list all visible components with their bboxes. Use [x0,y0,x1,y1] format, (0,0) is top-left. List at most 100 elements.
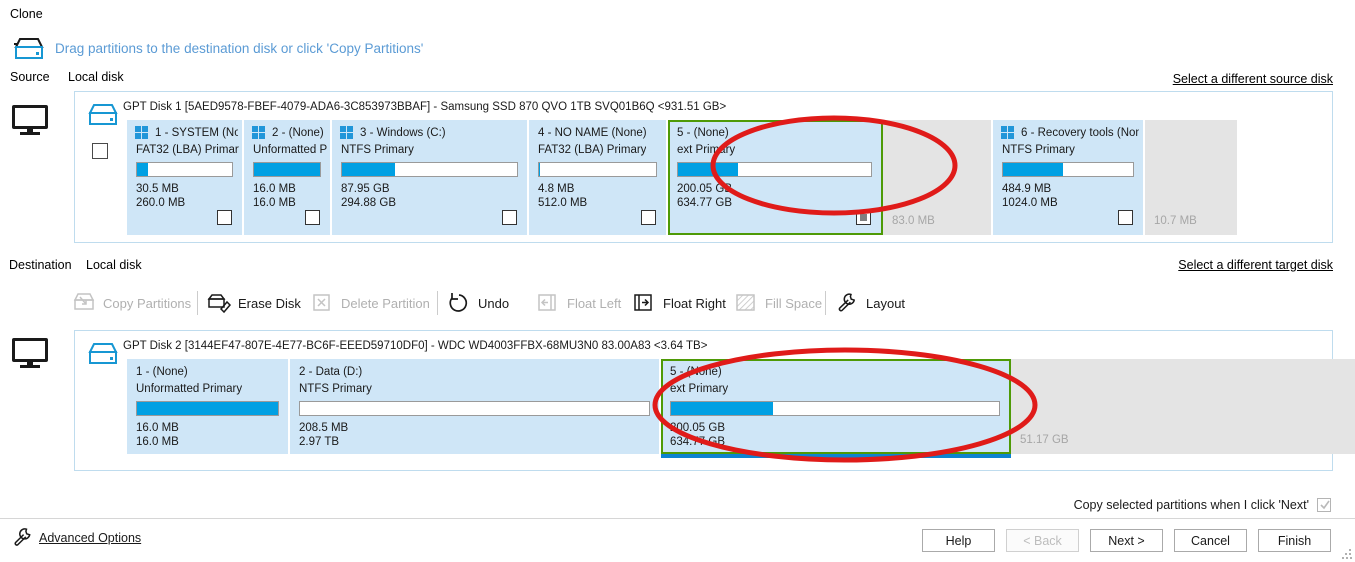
partition-block[interactable]: 1 - (None) Unformatted Primary 16.0 MB 16.0… [127,359,290,454]
partition-block[interactable]: 2 - (None) Unformatted Primary 16.0 MB 16.0… [244,120,332,235]
destination-selection-underline [661,454,1011,458]
partition-checkbox[interactable] [641,210,656,225]
source-label: Source [10,70,50,84]
partition-name-label: 5 - (None) [670,366,722,378]
partition-usage-bar [670,401,1000,416]
float-left-button: Float Left [536,284,621,322]
toolbar-button-label: Copy Partitions [103,295,192,311]
partition-block[interactable]: 5 - (None) ext Primary 200.05 GB 634.77 GB [661,359,1011,454]
partition-filesystem-label: Unformatted Primary [136,383,243,395]
partition-name-label: 5 - (None) [677,127,729,139]
destination-disk-panel: GPT Disk 2 [3144EF47-807E-4E77-BC6F-EEED… [74,330,1355,471]
toolbar-button-label: Erase Disk [238,295,301,311]
partition-usage-fill [539,163,541,176]
partition-checkbox[interactable] [217,210,232,225]
copy-partitions-icon [72,292,96,314]
partition-name-label: 4 - NO NAME (None) [538,127,647,139]
partition-usage-bar [299,401,650,416]
partition-usage-fill [137,163,149,176]
partition-total-label: 294.88 GB [341,197,396,209]
partition-name-label: 1 - (None) [136,366,188,378]
toolbar-button-label: Float Right [663,295,726,311]
monitor-foot [20,132,40,135]
toolbar-button-label: Delete Partition [341,295,430,311]
partition-used-label: 484.9 MB [1002,183,1052,195]
partition-usage-bar [538,162,657,177]
partition-name-label: 2 - (None) [272,127,324,139]
help-button[interactable]: Help [922,529,995,552]
toolbar-separator [825,291,826,315]
destination-partition-strip: 1 - (None) Unformatted Primary 16.0 MB 16.0… [127,359,1355,458]
finish-button[interactable]: Finish [1258,529,1331,552]
toolbar-separator [197,291,198,315]
partition-usage-fill [1003,163,1063,176]
source-type-label: Local disk [68,70,124,84]
source-disk-icon [85,102,119,129]
source-disk-panel: GPT Disk 1 [5AED9578-FBEF-4079-ADA6-3C85… [74,91,1333,243]
partition-checkbox[interactable] [502,210,517,225]
partition-checkbox[interactable] [1118,210,1133,225]
delete-partition-button: Delete Partition [310,284,430,322]
erase-disk-button[interactable]: Erase Disk [207,284,301,322]
toolbar-button-label: Fill Space [765,295,823,311]
monitor-foot [20,365,40,368]
partition-used-label: 4.8 MB [538,183,575,195]
clone-window: Clone Drag partitions to the destination… [0,0,1355,562]
layout-icon [835,292,859,314]
partition-name-label: 1 - SYSTEM (None) [155,127,238,139]
partition-total-label: 16.0 MB [136,436,179,448]
float-right-button[interactable]: Float Right [632,284,726,322]
advanced-options-link[interactable]: Advanced Options [39,531,141,545]
partition-total-label: 16.0 MB [253,197,296,209]
partition-filesystem-label: NTFS Primary [341,144,414,156]
unallocated-space[interactable]: 83.0 MB [883,120,993,235]
layout-button[interactable]: Layout [835,284,905,322]
back-button: < Back [1006,529,1079,552]
partition-used-label: 16.0 MB [253,183,296,195]
partition-name-label: 3 - Windows (C:) [360,127,446,139]
erase-disk-icon [207,292,232,314]
partition-name-label: 6 - Recovery tools (None) [1021,127,1139,139]
unallocated-space[interactable]: 51.17 GB [1011,359,1355,454]
partition-used-label: 200.05 GB [677,183,732,195]
partition-block[interactable]: 5 - (None) ext Primary 200.05 GB 634.77 GB [668,120,883,235]
partition-checkbox[interactable] [305,210,320,225]
next-button[interactable]: Next > [1090,529,1163,552]
windows-logo-icon [252,126,265,139]
partition-filesystem-label: FAT32 (LBA) Primary [136,144,239,156]
float-right-icon [632,292,656,314]
disk-icon [11,37,45,63]
partition-toolbar: Copy Partitions Erase Disk Delete Partit… [0,284,1355,322]
partition-filesystem-label: NTFS Primary [299,383,372,395]
destination-disk-title: GPT Disk 2 [3144EF47-807E-4E77-BC6F-EEED… [123,340,708,352]
select-different-source-disk-link[interactable]: Select a different source disk [1173,72,1333,86]
partition-block[interactable]: 4 - NO NAME (None) FAT32 (LBA) Primary 4.8… [529,120,668,235]
undo-icon [447,292,471,314]
resize-grip[interactable] [1342,549,1352,559]
float-left-icon [536,292,560,314]
partition-block[interactable]: 1 - SYSTEM (None) FAT32 (LBA) Primary 30.5… [127,120,244,235]
drag-hint-text: Drag partitions to the destination disk … [55,41,424,56]
partition-used-label: 30.5 MB [136,183,179,195]
partition-total-label: 1024.0 MB [1002,197,1058,209]
partition-block[interactable]: 3 - Windows (C:) NTFS Primary 87.95 GB 294.… [332,120,529,235]
partition-checkbox[interactable] [856,210,871,225]
source-disk-checkbox[interactable] [92,143,108,159]
destination-type-label: Local disk [86,258,142,272]
unallocated-space[interactable]: 10.7 MB [1145,120,1239,235]
cancel-button[interactable]: Cancel [1174,529,1247,552]
window-title: Clone [10,7,43,21]
partition-filesystem-label: NTFS Primary [1002,144,1075,156]
partition-usage-bar [136,401,279,416]
source-disk-title: GPT Disk 1 [5AED9578-FBEF-4079-ADA6-3C85… [123,101,727,113]
partition-total-label: 512.0 MB [538,197,588,209]
select-different-target-disk-link[interactable]: Select a different target disk [1178,258,1333,272]
partition-block[interactable]: 2 - Data (D:) NTFS Primary 208.5 MB 2.97 TB [290,359,661,454]
toolbar-button-label: Float Left [567,295,622,311]
partition-block[interactable]: 6 - Recovery tools (None) NTFS Primary 484… [993,120,1145,235]
copy-selected-partitions-checkbox[interactable] [1317,498,1331,512]
undo-button[interactable]: Undo [447,284,509,322]
annotation-layer [652,115,1038,463]
unallocated-size-label: 83.0 MB [892,215,935,227]
partition-used-label: 87.95 GB [341,183,390,195]
